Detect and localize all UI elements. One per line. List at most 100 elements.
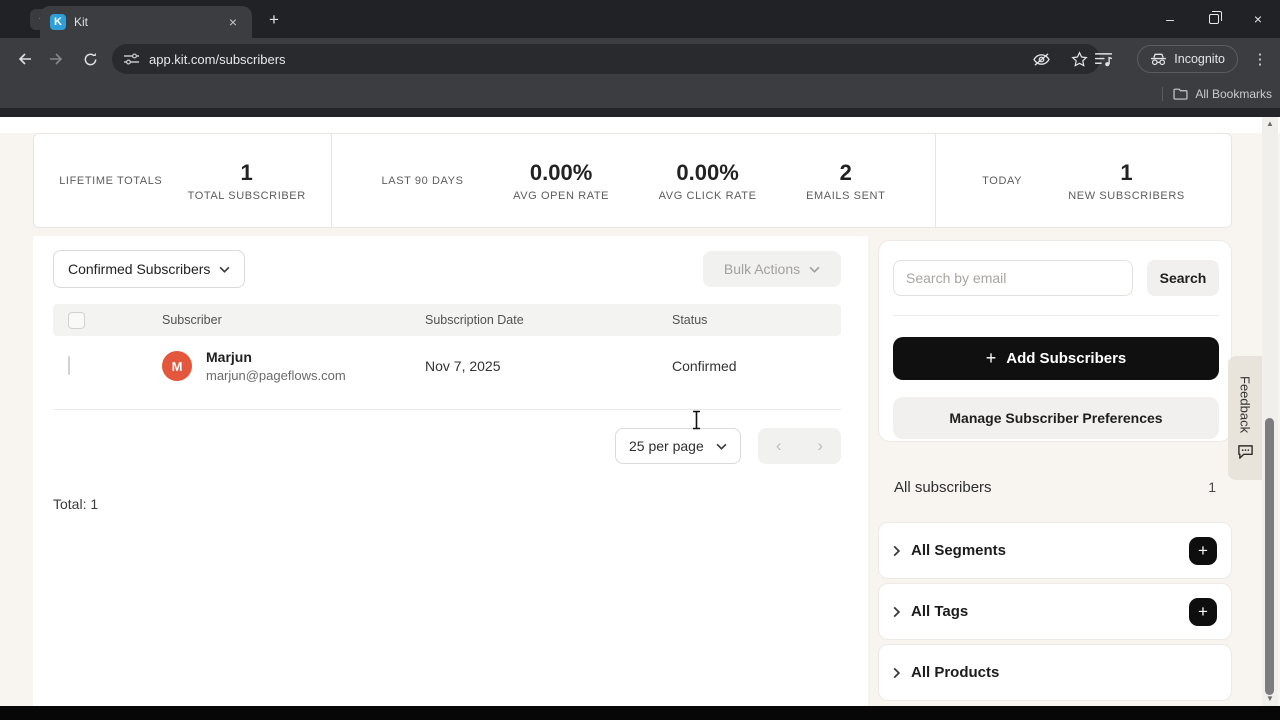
sidebar-group-all-products[interactable]: All Products [878, 644, 1232, 701]
forward-button[interactable] [43, 45, 71, 73]
sidebar-group-all-tags[interactable]: All Tags + [878, 583, 1232, 640]
scroll-up-icon[interactable]: ▲ [1262, 117, 1278, 131]
stats-section-label: TODAY [982, 174, 1023, 187]
stats-lifetime-section: LIFETIME TOTALS 1 TOTAL SUBSCRIBER [34, 134, 331, 227]
stat-avg-click-rate: 0.00% AVG CLICK RATE [658, 159, 757, 202]
menu-dots-icon[interactable]: ⋮ [1248, 50, 1272, 68]
tab-title: Kit [74, 15, 89, 29]
scroll-down-icon[interactable]: ▼ [1262, 692, 1278, 706]
checkbox-icon [68, 356, 70, 375]
add-segment-button[interactable]: + [1189, 536, 1217, 565]
all-subscribers-label: All subscribers [894, 478, 992, 496]
feedback-bubble-icon [1237, 444, 1253, 459]
table-row[interactable]: M Marjun marjun@pageflows.com Nov 7, 202… [53, 336, 841, 396]
bookmarks-separator [1162, 87, 1163, 101]
chevron-right-icon [893, 606, 900, 617]
column-header-subscriber: Subscriber [162, 313, 222, 327]
per-page-label: 25 per page [629, 438, 704, 454]
stat-new-subscribers: 1 NEW SUBSCRIBERS [1068, 159, 1185, 202]
stat-emails-sent: 2 EMAILS SENT [806, 159, 886, 202]
chevron-down-icon [716, 443, 727, 450]
group-label: All Segments [911, 542, 1007, 559]
browser-tab-strip: K Kit × + – × [0, 0, 1280, 38]
chevron-right-icon [893, 667, 900, 678]
stats-section-label: LAST 90 DAYS [381, 174, 464, 187]
row-checkbox[interactable] [68, 356, 70, 375]
feedback-label: Feedback [1237, 376, 1253, 434]
feedback-tab[interactable]: Feedback [1228, 356, 1262, 480]
bulk-actions-label: Bulk Actions [723, 261, 801, 277]
bookmarks-folder-icon [1173, 88, 1188, 100]
stats-bar: LIFETIME TOTALS 1 TOTAL SUBSCRIBER LAST … [33, 133, 1232, 228]
back-icon [18, 53, 31, 65]
next-page-button[interactable]: › [800, 428, 842, 464]
bulk-actions-dropdown[interactable]: Bulk Actions [703, 251, 841, 287]
status-value: Confirmed [672, 358, 737, 374]
bookmarks-bar: All Bookmarks [0, 80, 1280, 108]
subscription-date: Nov 7, 2025 [425, 358, 501, 374]
minimize-button[interactable]: – [1148, 0, 1192, 38]
checkbox-icon [68, 311, 85, 329]
browser-toolbar: app.kit.com/subscribers Incognito ⋮ [0, 38, 1280, 80]
search-input[interactable] [893, 260, 1133, 296]
browser-tab-kit[interactable]: K Kit × [40, 6, 252, 38]
manage-preferences-button[interactable]: Manage Subscriber Preferences [893, 397, 1219, 439]
bookmark-star-icon[interactable] [1071, 50, 1088, 68]
search-button[interactable]: Search [1147, 260, 1219, 296]
page-scrollbar[interactable]: ▲ ▼ [1262, 117, 1278, 706]
reload-button[interactable] [76, 45, 104, 73]
all-bookmarks-button[interactable]: All Bookmarks [1173, 80, 1272, 108]
divider [893, 315, 1219, 316]
column-header-subscription-date: Subscription Date [425, 313, 524, 327]
incognito-badge: Incognito [1137, 45, 1238, 73]
group-label: All Products [911, 664, 1000, 681]
incognito-label: Incognito [1174, 52, 1225, 66]
sidebar-group-all-segments[interactable]: All Segments + [878, 522, 1232, 579]
scrollbar-thumb[interactable] [1265, 418, 1274, 695]
add-tag-button[interactable]: + [1189, 597, 1217, 626]
all-subscribers-row[interactable]: All subscribers 1 [878, 474, 1232, 500]
back-button[interactable] [10, 45, 38, 73]
chevron-right-icon [893, 545, 900, 556]
address-bar[interactable]: app.kit.com/subscribers [112, 44, 1100, 74]
stats-today-section: TODAY 1 NEW SUBSCRIBERS [935, 134, 1231, 227]
subscriber-filter-dropdown[interactable]: Confirmed Subscribers [53, 250, 245, 288]
tab-close-icon[interactable]: × [224, 13, 242, 31]
table-header-row: Subscriber Subscription Date Status [53, 304, 841, 336]
incognito-icon [1151, 53, 1167, 65]
subscribers-main-panel: Confirmed Subscribers Bulk Actions Subsc… [33, 236, 868, 706]
select-all-checkbox[interactable] [68, 304, 85, 336]
stats-90days-section: LAST 90 DAYS 0.00% AVG OPEN RATE 0.00% A… [331, 134, 935, 227]
sidebar-actions-card: Search + Add Subscribers Manage Subscrib… [878, 240, 1232, 442]
chrome-bottom-edge [0, 108, 1280, 117]
stats-section-label: LIFETIME TOTALS [59, 174, 163, 187]
text-cursor [693, 410, 700, 430]
previous-page-button[interactable]: ‹ [758, 428, 800, 464]
restore-icon [1209, 11, 1222, 24]
pagination-controls: ‹ › [758, 428, 841, 464]
avatar: M [162, 351, 192, 381]
subscriber-name[interactable]: Marjun [206, 349, 252, 365]
restore-button[interactable] [1192, 0, 1236, 38]
close-button[interactable]: × [1236, 0, 1280, 38]
filter-label: Confirmed Subscribers [68, 261, 211, 277]
screen: K Kit × + – × app.kit.com/subscribers In… [0, 0, 1280, 720]
total-count-label: Total: 1 [53, 496, 99, 512]
subscriber-email: marjun@pageflows.com [206, 368, 346, 383]
stat-total-subscriber: 1 TOTAL SUBSCRIBER [187, 159, 306, 202]
media-controls-icon[interactable] [1094, 52, 1113, 67]
add-subscribers-label: Add Subscribers [1006, 350, 1127, 367]
hidden-eye-icon[interactable] [1032, 52, 1051, 67]
site-settings-icon [124, 52, 139, 65]
column-header-status: Status [672, 313, 708, 327]
url-text: app.kit.com/subscribers [149, 51, 286, 67]
all-subscribers-count: 1 [1208, 479, 1216, 495]
forward-icon [50, 53, 63, 65]
per-page-dropdown[interactable]: 25 per page [615, 428, 741, 464]
new-tab-button[interactable]: + [264, 10, 284, 30]
reload-icon [84, 52, 96, 65]
add-subscribers-button[interactable]: + Add Subscribers [893, 337, 1219, 380]
all-bookmarks-label: All Bookmarks [1195, 87, 1272, 101]
bottom-black-bar [0, 706, 1280, 720]
plus-icon: + [985, 348, 997, 368]
